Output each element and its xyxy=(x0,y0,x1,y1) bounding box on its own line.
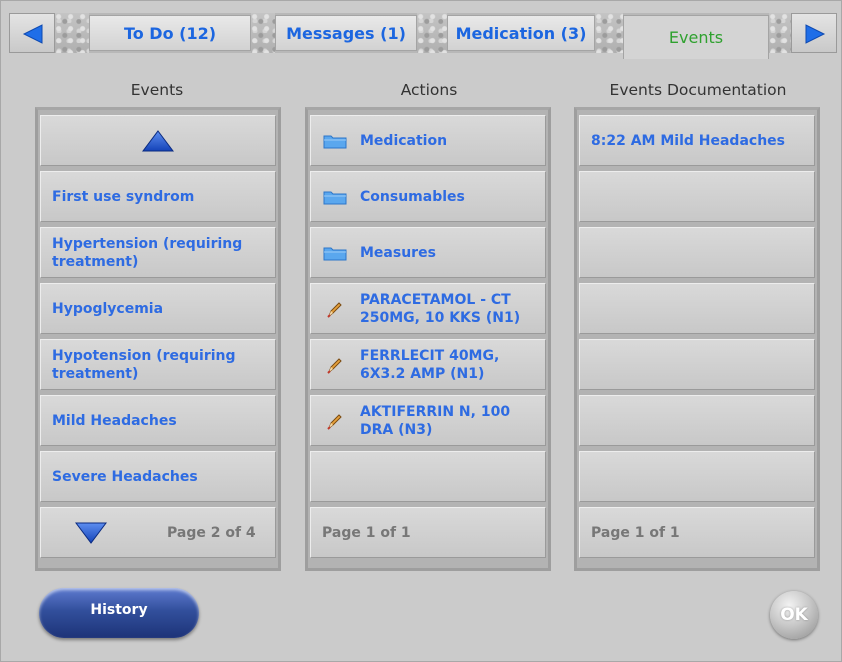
documentation-header: Events Documentation xyxy=(609,81,787,99)
triangle-down-icon xyxy=(75,522,107,544)
arrow-right-icon xyxy=(805,24,826,44)
tab-scroll-left-button[interactable] xyxy=(9,13,55,53)
pencil-icon xyxy=(322,411,348,431)
list-item-empty xyxy=(579,283,815,334)
list-item-empty xyxy=(579,227,815,278)
tab-events[interactable]: Events xyxy=(623,15,769,59)
list-item[interactable]: First use syndrom xyxy=(40,171,276,222)
events-pager: Page 2 of 4 xyxy=(40,507,276,558)
tab-messages[interactable]: Messages (1) xyxy=(275,15,417,51)
tab-medication[interactable]: Medication (3) xyxy=(447,15,595,51)
list-item[interactable]: Hypertension (requiring treatment) xyxy=(40,227,276,278)
list-item[interactable]: Hypoglycemia xyxy=(40,283,276,334)
list-item-empty xyxy=(579,171,815,222)
tab-bar: To Do (12) Messages (1) Medication (3) E… xyxy=(9,13,837,59)
events-screen: To Do (12) Messages (1) Medication (3) E… xyxy=(0,0,842,662)
tab-todo[interactable]: To Do (12) xyxy=(89,15,251,51)
tab-divider xyxy=(595,13,623,53)
list-item[interactable]: Mild Headaches xyxy=(40,395,276,446)
list-item-empty xyxy=(310,451,546,502)
tab-divider xyxy=(417,13,447,53)
scroll-up-button[interactable] xyxy=(40,115,276,166)
folder-icon xyxy=(322,131,348,151)
tab-divider xyxy=(251,13,275,53)
list-item[interactable]: PARACETAMOL - CT 250MG, 10 KKS (N1) xyxy=(310,283,546,334)
tab-divider xyxy=(769,13,791,53)
list-item-label: PARACETAMOL - CT 250MG, 10 KKS (N1) xyxy=(360,291,521,326)
tab-divider xyxy=(55,13,89,53)
actions-list: Medication Consumables Measures PARACETA… xyxy=(305,107,551,571)
list-item-empty xyxy=(579,339,815,390)
list-item-label: FERRLECIT 40MG, 6X3.2 AMP (N1) xyxy=(360,347,500,382)
list-item-empty xyxy=(579,395,815,446)
list-item-label: Consumables xyxy=(360,188,465,205)
page-indicator: Page 1 of 1 xyxy=(591,524,680,541)
list-item[interactable]: Consumables xyxy=(310,171,546,222)
events-header: Events xyxy=(130,81,184,99)
list-item[interactable]: Severe Headaches xyxy=(40,451,276,502)
list-item-empty xyxy=(579,451,815,502)
list-item[interactable]: Hypotension (requiring treatment) xyxy=(40,339,276,390)
list-item[interactable]: 8:22 AM Mild Headaches xyxy=(579,115,815,166)
list-item[interactable]: Measures xyxy=(310,227,546,278)
list-item[interactable]: Medication xyxy=(310,115,546,166)
documentation-list: 8:22 AM Mild Headaches Page 1 of 1 xyxy=(574,107,820,571)
pencil-icon xyxy=(322,355,348,375)
folder-icon xyxy=(322,243,348,263)
page-indicator: Page 2 of 4 xyxy=(167,524,256,541)
actions-header: Actions xyxy=(400,81,458,99)
events-list: First use syndrom Hypertension (requirin… xyxy=(35,107,281,571)
scroll-down-button[interactable] xyxy=(41,522,141,544)
folder-icon xyxy=(322,187,348,207)
list-item[interactable]: AKTIFERRIN N, 100 DRA (N3) xyxy=(310,395,546,446)
history-button[interactable]: History xyxy=(39,588,199,638)
arrow-left-icon xyxy=(22,24,43,44)
list-item-label: AKTIFERRIN N, 100 DRA (N3) xyxy=(360,403,511,438)
pencil-icon xyxy=(322,299,348,319)
triangle-up-icon xyxy=(142,129,174,151)
actions-pager: Page 1 of 1 xyxy=(310,507,546,558)
list-item-label: Measures xyxy=(360,244,436,261)
tab-scroll-right-button[interactable] xyxy=(791,13,837,53)
ok-button[interactable]: OK xyxy=(770,591,818,639)
list-item[interactable]: FERRLECIT 40MG, 6X3.2 AMP (N1) xyxy=(310,339,546,390)
list-item-label: Medication xyxy=(360,132,448,149)
page-indicator: Page 1 of 1 xyxy=(322,524,411,541)
documentation-pager: Page 1 of 1 xyxy=(579,507,815,558)
